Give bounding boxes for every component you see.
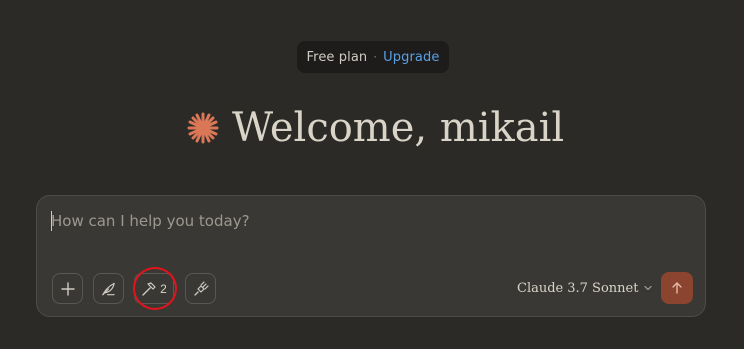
- style-button[interactable]: [93, 273, 124, 304]
- plug-icon: [193, 280, 209, 296]
- plus-icon: [60, 281, 75, 296]
- add-content-button[interactable]: [52, 273, 83, 304]
- send-button[interactable]: [661, 272, 693, 304]
- arrow-up-icon: [672, 282, 682, 294]
- integrations-button[interactable]: [185, 273, 216, 304]
- upgrade-link[interactable]: Upgrade: [383, 50, 439, 65]
- plan-separator: ·: [373, 50, 378, 64]
- model-selector[interactable]: Claude 3.7 Sonnet: [517, 278, 653, 298]
- hammer-icon: [142, 281, 156, 296]
- claude-spark-icon: [187, 112, 219, 144]
- welcome-heading: Welcome, mikail: [186, 100, 564, 156]
- model-version: 3.7 Sonnet: [567, 280, 639, 296]
- tools-count: 2: [160, 281, 167, 296]
- message-input[interactable]: [51, 209, 651, 233]
- tools-button[interactable]: 2: [134, 273, 174, 304]
- welcome-text: Welcome, mikail: [232, 105, 565, 151]
- feather-pen-icon: [102, 282, 115, 295]
- model-name: Claude: [517, 280, 564, 296]
- message-composer: 2 Claude 3.7 Sonnet: [36, 195, 706, 317]
- plan-badge: Free plan · Upgrade: [297, 41, 449, 73]
- plan-label: Free plan: [306, 49, 368, 65]
- chevron-down-icon: [644, 285, 653, 291]
- text-caret: [51, 211, 52, 231]
